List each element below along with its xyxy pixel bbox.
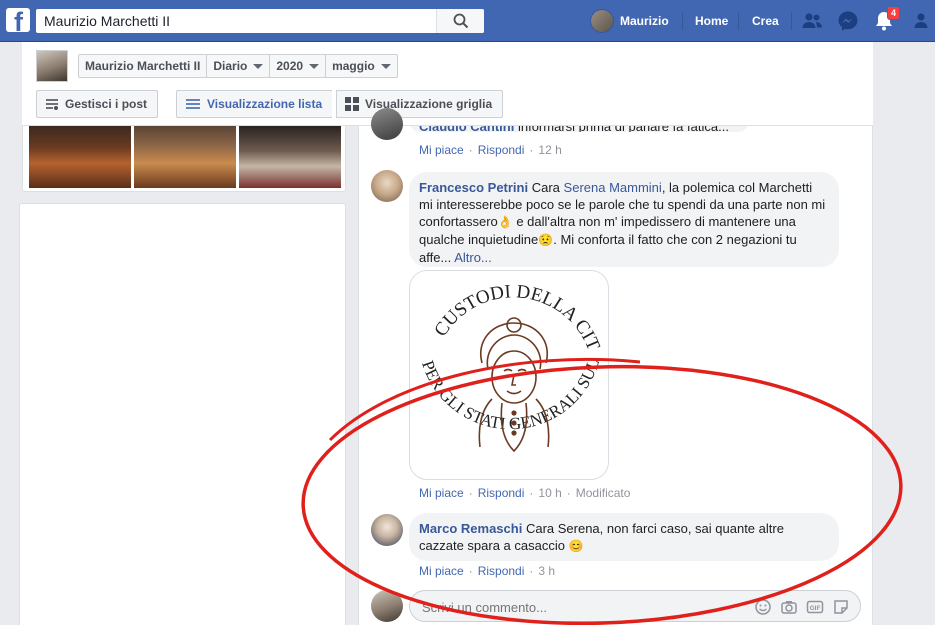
comment-actions: Mi piace · Rispondi · 12 h [419, 143, 562, 157]
home-link[interactable]: Home [695, 0, 728, 42]
comment-text: mi interesserebbe poco se le parole che … [419, 197, 826, 212]
month-dropdown[interactable]: maggio [326, 55, 397, 77]
grid-view-button[interactable]: Visualizzazione griglia [336, 90, 504, 118]
avatar [371, 590, 403, 622]
search-button[interactable] [436, 9, 484, 33]
photos-preview [22, 126, 346, 192]
avatar[interactable] [371, 170, 403, 202]
comment-text: Cara [531, 180, 560, 195]
smiling-face-emoji-icon: 😊 [568, 539, 584, 553]
logo-text-top: CUSTODI DELLA CITTÀ [410, 271, 604, 354]
section-dropdown[interactable]: Diario [207, 55, 271, 77]
profile-link[interactable]: Maurizio [590, 0, 669, 42]
comment-input[interactable] [422, 597, 722, 617]
help-icon[interactable] [912, 9, 935, 33]
comment-actions: Mi piace · Rispondi · 10 h · Modificato [419, 486, 631, 500]
comment-text: confortassero [419, 214, 498, 229]
comment-bubble: Marco Remaschi Cara Serena, non farci ca… [409, 513, 839, 561]
mention-link[interactable]: Serena Mammini [564, 180, 662, 195]
logo-figure [478, 317, 550, 453]
notifications-count-badge: 4 [887, 6, 901, 20]
grid-icon [345, 97, 359, 111]
comment-text: affe... [419, 250, 452, 265]
year-dropdown[interactable]: 2020 [270, 55, 327, 77]
year-label: 2020 [276, 59, 304, 73]
comment-timestamp[interactable]: 12 h [538, 143, 561, 157]
facebook-logo-icon[interactable]: f [6, 8, 30, 32]
friends-icon[interactable] [800, 9, 824, 33]
list-view-label: Visualizzazione lista [207, 97, 323, 111]
timeline-selector: Maurizio Marchetti II Diario 2020 maggio [78, 54, 398, 78]
comment-text: e dall'altra non m' impedissero di mante… [512, 214, 796, 229]
custodi-della-citta-logo: CUSTODI DELLA CITTÀ PER GLI STATI GENERA… [410, 271, 604, 453]
comment-image-attachment[interactable]: CUSTODI DELLA CITTÀ PER GLI STATI GENERA… [409, 270, 609, 480]
section-label: Diario [213, 59, 248, 73]
month-label: maggio [332, 59, 375, 73]
like-link[interactable]: Mi piace [419, 564, 464, 578]
page-profile-picture[interactable] [36, 50, 68, 82]
svg-text:CUSTODI DELLA CITTÀ: CUSTODI DELLA CITTÀ [410, 271, 604, 354]
comment-actions: Mi piace · Rispondi · 3 h [419, 564, 556, 578]
page-name-selector[interactable]: Maurizio Marchetti II [79, 55, 208, 77]
page-name: Maurizio Marchetti II [85, 59, 201, 73]
reply-link[interactable]: Rispondi [478, 143, 525, 157]
composer-actions: GIF [754, 598, 850, 616]
comment-bubble: Francesco Petrini Cara Serena Mammini, l… [409, 172, 839, 267]
search-box [36, 9, 484, 33]
photo-thumbnail[interactable] [134, 126, 236, 188]
comment-timestamp[interactable]: 10 h [538, 486, 561, 500]
ok-hand-emoji-icon: 👌 [497, 215, 513, 229]
like-link[interactable]: Mi piace [419, 486, 464, 500]
divider [682, 12, 683, 30]
comment-text: . Mi conforta il fatto che con 2 negazio… [553, 232, 797, 247]
sticker-icon[interactable] [832, 598, 850, 616]
messenger-icon[interactable] [836, 9, 860, 33]
gif-icon[interactable]: GIF [806, 598, 824, 616]
timeline-header: Maurizio Marchetti II Diario 2020 maggio… [22, 42, 873, 126]
avatar[interactable] [371, 108, 403, 140]
search-icon [453, 13, 469, 29]
edited-label[interactable]: Modificato [576, 486, 631, 500]
settings-sliders-icon [46, 99, 58, 110]
comment-composer: GIF [409, 590, 861, 622]
avatar[interactable] [371, 514, 403, 546]
comment-timestamp[interactable]: 3 h [538, 564, 555, 578]
svg-text:GIF: GIF [810, 605, 821, 612]
avatar [590, 9, 614, 33]
list-view-button[interactable]: Visualizzazione lista [176, 90, 333, 118]
list-icon [186, 99, 200, 109]
see-more-link[interactable]: Altro... [454, 250, 492, 265]
create-label: Crea [752, 14, 779, 28]
search-input[interactable] [36, 9, 436, 33]
create-link[interactable]: Crea [752, 0, 779, 42]
profile-name: Maurizio [620, 14, 669, 28]
photo-thumbnail[interactable] [239, 126, 341, 188]
manage-posts-button[interactable]: Gestisci i post [36, 90, 159, 118]
reply-link[interactable]: Rispondi [478, 486, 525, 500]
comment-text: Cara Serena, non farci caso, sai quante … [525, 521, 784, 536]
emoji-icon[interactable] [754, 598, 772, 616]
divider [738, 12, 739, 30]
comment-author[interactable]: Francesco Petrini [419, 180, 528, 195]
chevron-down-icon [309, 63, 320, 69]
manage-posts-label: Gestisci i post [65, 97, 148, 111]
sidebar-card [19, 203, 346, 625]
home-label: Home [695, 14, 729, 28]
chevron-down-icon [253, 63, 264, 69]
comment-text: , la polemica col Marchetti [661, 180, 813, 195]
comment-text: cazzate spara a casaccio [419, 538, 565, 553]
divider [791, 12, 792, 30]
comment-text: qualche inquietudine [419, 232, 539, 247]
photo-thumbnail[interactable] [29, 126, 131, 188]
reply-link[interactable]: Rispondi [478, 564, 525, 578]
worried-face-emoji-icon: 😟 [538, 233, 554, 247]
camera-icon[interactable] [780, 598, 798, 616]
top-navigation-bar: f Maurizio Home Crea 4 [0, 0, 935, 42]
like-link[interactable]: Mi piace [419, 143, 464, 157]
chevron-down-icon [380, 63, 391, 69]
comment-author[interactable]: Marco Remaschi [419, 521, 522, 536]
